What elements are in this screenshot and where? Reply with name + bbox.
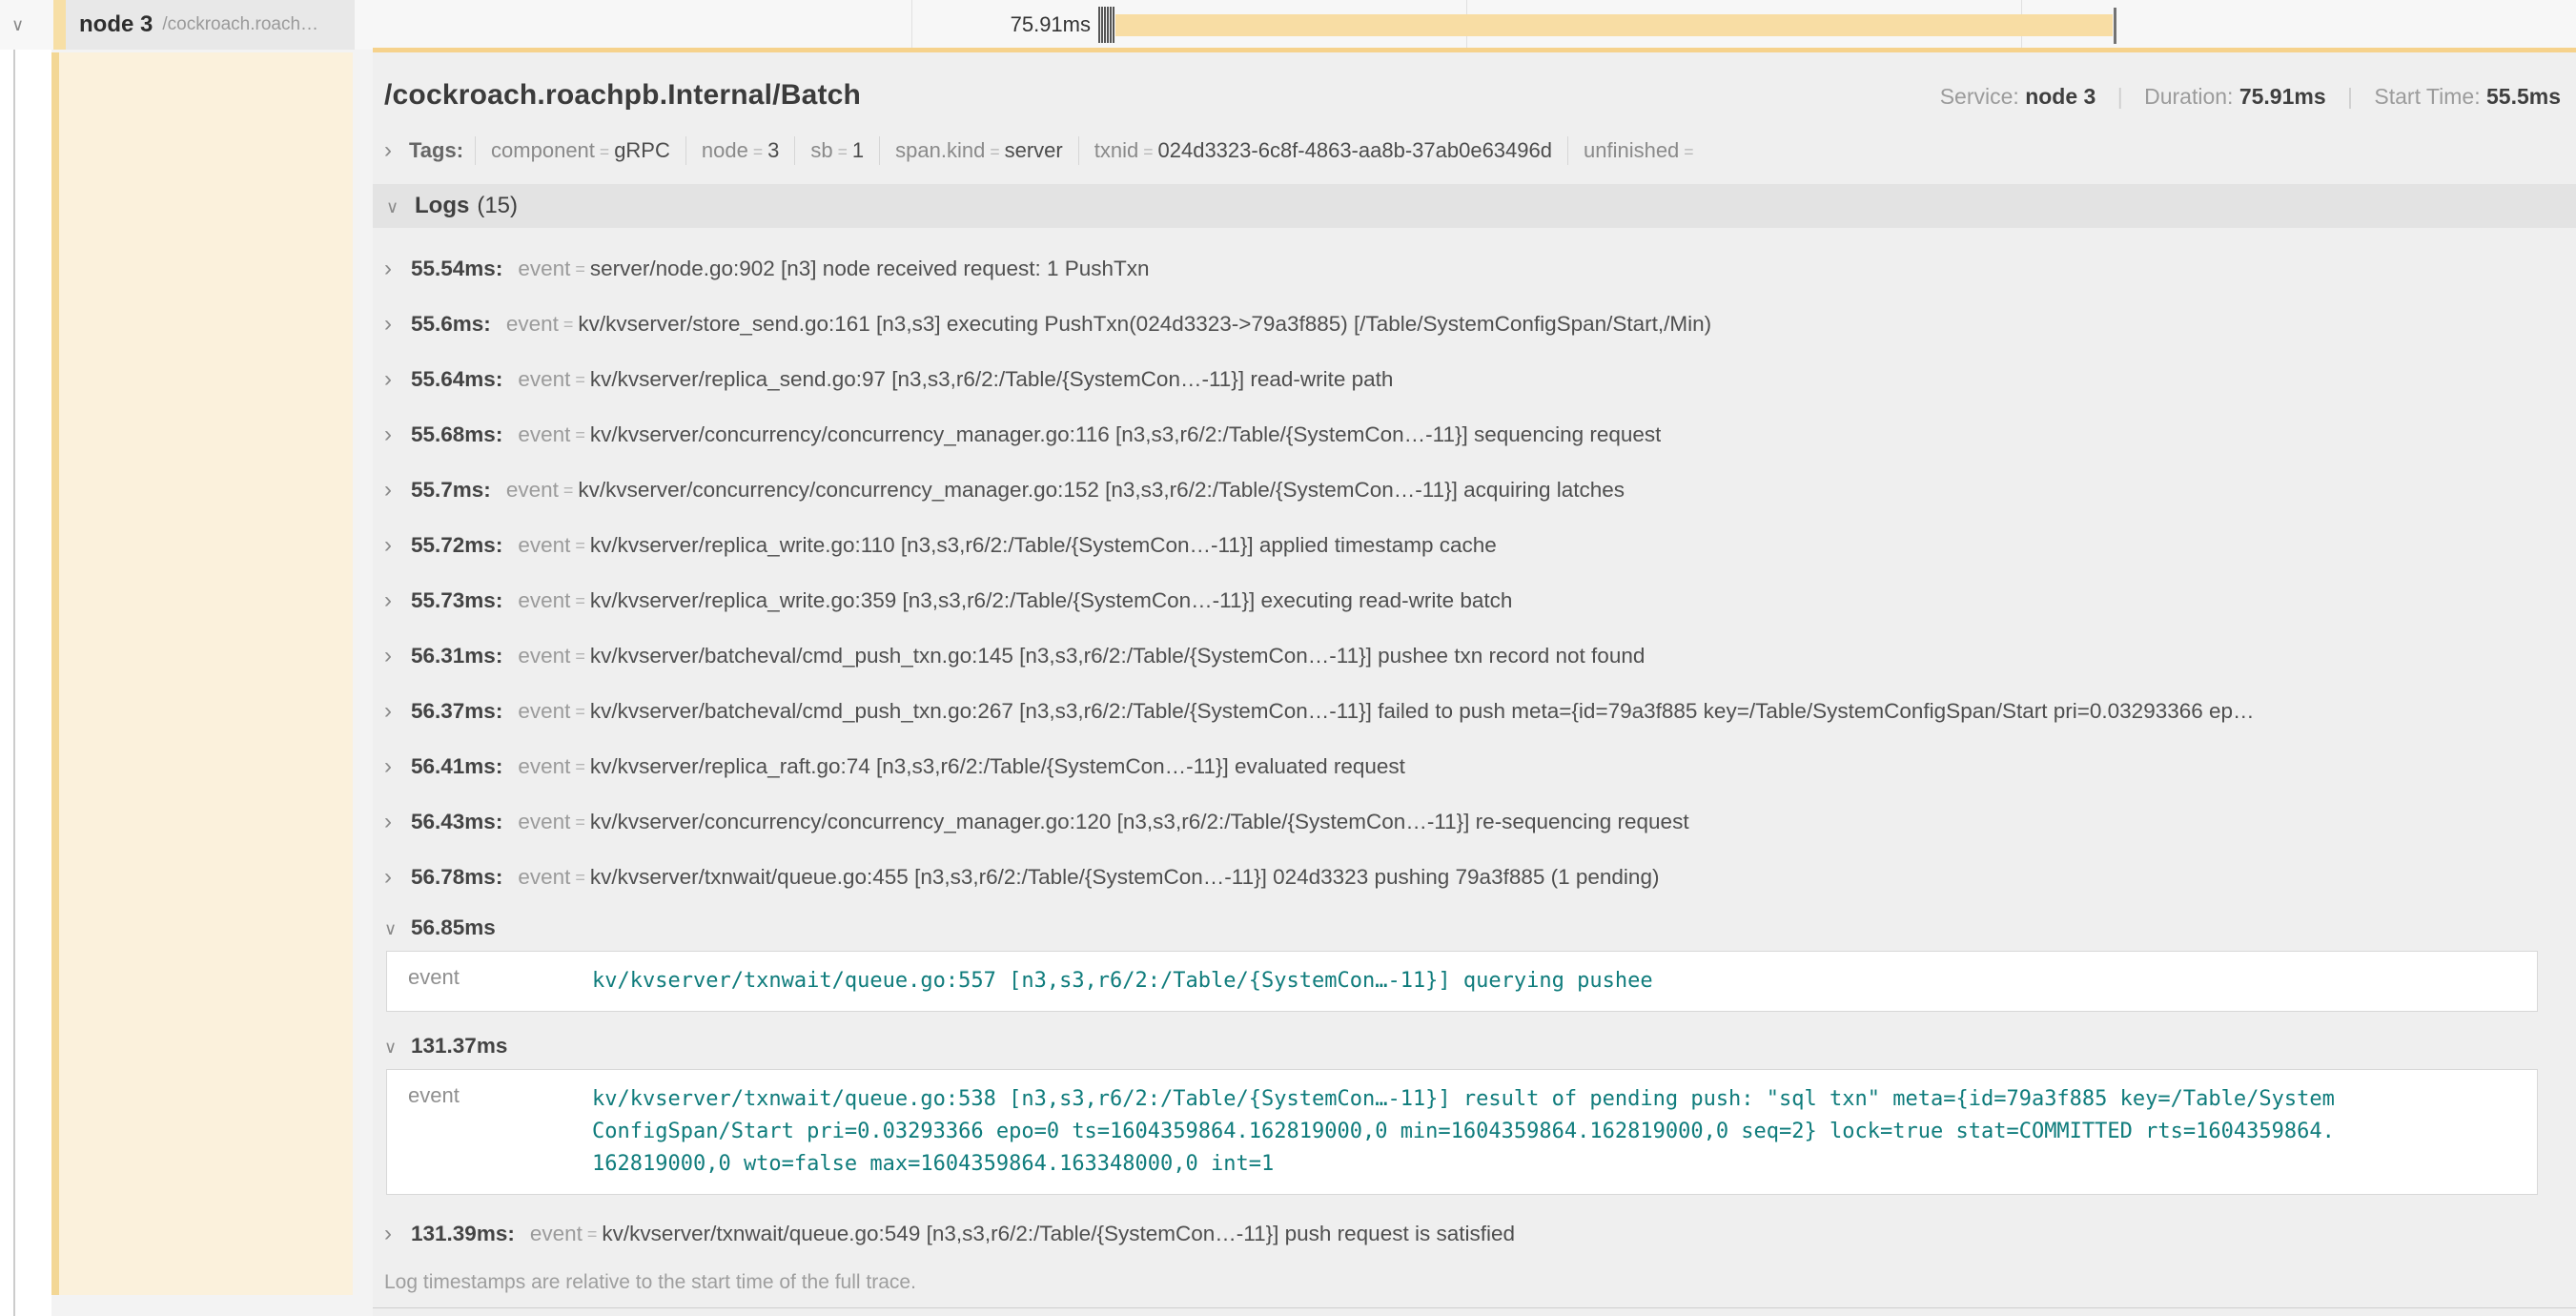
- log-row[interactable]: 56.43ms: event = kv/kvserver/concurrency…: [384, 794, 2561, 850]
- equals-sign: =: [559, 481, 579, 501]
- log-detail-card: event kv/kvserver/txnwait/queue.go:538 […: [386, 1069, 2538, 1195]
- span-name-tab[interactable]: node 3 /cockroach.roach…: [53, 0, 355, 50]
- chevron-down-icon: [384, 915, 411, 940]
- start-time-value: 55.5ms: [2486, 84, 2561, 109]
- equals-sign: =: [559, 315, 579, 335]
- equals-sign: =: [570, 757, 590, 777]
- equals-sign: =: [570, 370, 590, 390]
- chevron-right-icon: [384, 477, 411, 504]
- log-detail-card: event kv/kvserver/txnwait/queue.go:557 […: [386, 951, 2538, 1012]
- log-row[interactable]: 56.41ms: event = kv/kvserver/replica_raf…: [384, 739, 2561, 794]
- left-gutter: [0, 0, 51, 1316]
- log-row[interactable]: 56.37ms: event = kv/kvserver/batcheval/c…: [384, 684, 2561, 739]
- log-row[interactable]: 55.64ms: event = kv/kvserver/replica_sen…: [384, 352, 2561, 407]
- equals-sign: =: [595, 142, 614, 161]
- equals-sign: =: [985, 142, 1004, 161]
- start-time-label: Start Time:: [2374, 84, 2480, 109]
- log-field-value: kv/kvserver/txnwait/queue.go:557 [n3,s3,…: [592, 952, 2335, 1011]
- chevron-right-icon: [384, 698, 411, 725]
- log-row-expanded-toggle[interactable]: 56.85ms: [384, 905, 2561, 951]
- equals-sign: =: [570, 868, 590, 888]
- span-service-name: node 3: [79, 11, 153, 38]
- chevron-right-icon: [384, 532, 411, 559]
- span-detail-header: /cockroach.roachpb.Internal/Batch Servic…: [384, 52, 2561, 112]
- meta-divider: |: [2347, 84, 2353, 109]
- duration-label: Duration:: [2144, 84, 2233, 109]
- log-row[interactable]: 55.73ms: event = kv/kvserver/replica_wri…: [384, 573, 2561, 628]
- span-duration-bar[interactable]: [1115, 14, 2113, 36]
- log-row[interactable]: 56.31ms: event = kv/kvserver/batcheval/c…: [384, 628, 2561, 684]
- span-end-tick: [2114, 8, 2116, 44]
- log-field-label: event: [387, 1070, 592, 1194]
- chevron-right-icon: [384, 809, 411, 835]
- log-field-value: kv/kvserver/txnwait/queue.go:538 [n3,s3,…: [592, 1070, 2335, 1194]
- log-list: 55.54ms: event = server/node.go:902 [n3]…: [384, 228, 2561, 1262]
- timeline-gridline: [911, 0, 912, 50]
- chevron-right-icon: [384, 643, 411, 669]
- equals-sign: =: [1138, 142, 1157, 161]
- equals-sign: =: [570, 812, 590, 833]
- logs-section-toggle[interactable]: Logs (15): [373, 184, 2576, 228]
- chevron-down-icon: [384, 1034, 411, 1059]
- span-color-accent: [53, 0, 66, 50]
- logs-footer-note: Log timestamps are relative to the start…: [373, 1271, 2576, 1308]
- duration-value: 75.91ms: [2239, 84, 2326, 109]
- equals-sign: =: [583, 1224, 603, 1244]
- chevron-right-icon: [384, 256, 411, 282]
- equals-sign: =: [748, 142, 767, 161]
- chevron-right-icon: [384, 137, 409, 164]
- equals-sign: =: [570, 259, 590, 279]
- trace-detail-screen: node 3 /cockroach.roach… 75.91ms /cockro…: [0, 0, 2576, 1316]
- log-row[interactable]: 55.6ms: event = kv/kvserver/store_send.g…: [384, 297, 2561, 352]
- log-field-label: event: [387, 952, 592, 1011]
- chevron-right-icon: [384, 311, 411, 338]
- logs-title: Logs: [415, 193, 469, 219]
- equals-sign: =: [1679, 142, 1698, 161]
- service-label: Service:: [1940, 84, 2019, 109]
- span-operation-name: /cockroach.roach…: [162, 14, 318, 35]
- logs-count: (15): [477, 193, 518, 219]
- equals-sign: =: [570, 591, 590, 611]
- tag-sb: sb=1: [794, 136, 879, 165]
- chevron-right-icon: [384, 587, 411, 614]
- tag-component: component=gRPC: [475, 136, 685, 165]
- page-title: /cockroach.roachpb.Internal/Batch: [384, 79, 861, 112]
- chevron-right-icon: [384, 422, 411, 448]
- tags-section-toggle[interactable]: Tags: component=gRPC node=3 sb=1 span.ki…: [384, 136, 2561, 165]
- chevron-down-icon[interactable]: [11, 11, 24, 36]
- span-meta: Service: node 3 | Duration: 75.91ms | St…: [1940, 84, 2561, 110]
- log-row[interactable]: 55.54ms: event = server/node.go:902 [n3]…: [384, 241, 2561, 297]
- log-row[interactable]: 131.39ms: event = kv/kvserver/txnwait/qu…: [384, 1206, 2561, 1262]
- left-panel-divider[interactable]: [13, 0, 15, 1316]
- log-row-expanded-toggle[interactable]: 131.37ms: [384, 1023, 2561, 1069]
- chevron-right-icon: [384, 864, 411, 891]
- equals-sign: =: [570, 702, 590, 722]
- equals-sign: =: [570, 647, 590, 667]
- equals-sign: =: [570, 536, 590, 556]
- span-log-ticks: [1098, 7, 1114, 43]
- chevron-right-icon: [384, 1221, 411, 1247]
- chevron-right-icon: [384, 753, 411, 780]
- span-color-column: [51, 52, 353, 1295]
- tag-node: node=3: [685, 136, 794, 165]
- log-row[interactable]: 56.78ms: event = kv/kvserver/txnwait/que…: [384, 850, 2561, 905]
- span-color-column-edge: [51, 52, 59, 1295]
- log-row[interactable]: 55.68ms: event = kv/kvserver/concurrency…: [384, 407, 2561, 463]
- equals-sign: =: [570, 425, 590, 445]
- span-duration-label: 75.91ms: [940, 12, 1091, 37]
- tags-label: Tags:: [409, 138, 463, 163]
- equals-sign: =: [833, 142, 852, 161]
- service-value: node 3: [2025, 84, 2096, 109]
- chevron-down-icon: [386, 194, 415, 218]
- span-detail-panel: /cockroach.roachpb.Internal/Batch Servic…: [373, 48, 2576, 1316]
- meta-divider: |: [2117, 84, 2123, 109]
- tag-txnid: txnid=024d3323-6c8f-4863-aa8b-37ab0e6349…: [1078, 136, 1567, 165]
- tag-unfinished: unfinished=: [1567, 136, 1714, 165]
- span-timeline-row: node 3 /cockroach.roach… 75.91ms: [0, 0, 2576, 50]
- log-row[interactable]: 55.72ms: event = kv/kvserver/replica_wri…: [384, 518, 2561, 573]
- chevron-right-icon: [384, 366, 411, 393]
- tag-span-kind: span.kind=server: [879, 136, 1078, 165]
- log-row[interactable]: 55.7ms: event = kv/kvserver/concurrency/…: [384, 463, 2561, 518]
